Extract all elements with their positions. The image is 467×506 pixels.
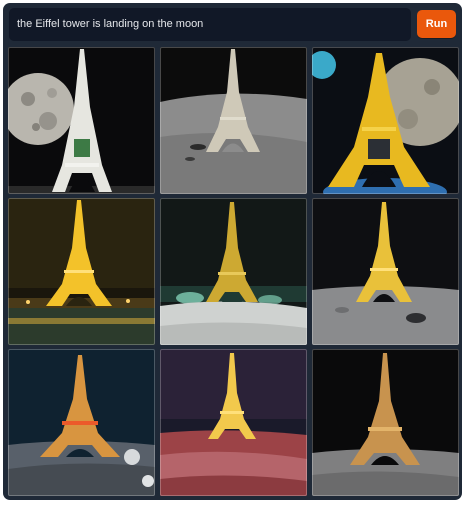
generated-image-7 — [8, 349, 155, 496]
generated-image-6 — [312, 198, 459, 345]
result-image-2[interactable] — [160, 47, 307, 194]
result-image-4[interactable] — [8, 198, 155, 345]
generated-image-5 — [160, 198, 307, 345]
generated-image-2 — [160, 47, 307, 194]
prompt-input[interactable]: the Eiffel tower is landing on the moon — [9, 8, 411, 41]
generated-image-3 — [312, 47, 459, 194]
generated-image-1 — [8, 47, 155, 194]
generator-panel: the Eiffel tower is landing on the moon … — [3, 3, 462, 500]
generated-image-8 — [160, 349, 307, 496]
generated-image-4 — [8, 198, 155, 345]
run-button[interactable]: Run — [417, 10, 456, 38]
result-image-8[interactable] — [160, 349, 307, 496]
result-image-5[interactable] — [160, 198, 307, 345]
result-image-6[interactable] — [312, 198, 459, 345]
result-image-7[interactable] — [8, 349, 155, 496]
results-grid — [8, 47, 459, 497]
result-image-9[interactable] — [312, 349, 459, 496]
generated-image-9 — [312, 349, 459, 496]
result-image-3[interactable] — [312, 47, 459, 194]
result-image-1[interactable] — [8, 47, 155, 194]
